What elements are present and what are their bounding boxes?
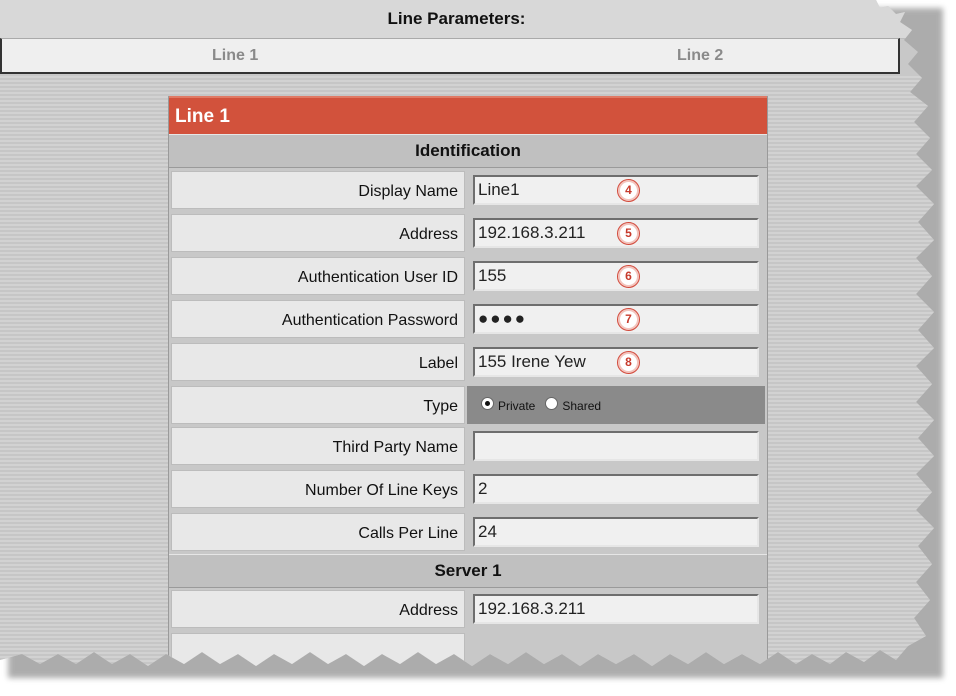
number-of-line-keys-label: Number Of Line Keys: [171, 470, 465, 508]
row-type: Type Private Shared: [169, 385, 767, 427]
row-number-of-line-keys: Number Of Line Keys 2: [169, 469, 767, 511]
panel-title: Line 1: [169, 96, 767, 134]
row-calls-per-line: Calls Per Line 24: [169, 512, 767, 554]
label-field[interactable]: 155 Irene Yew: [473, 347, 759, 377]
row-address: Address 192.168.3.211 5: [169, 213, 767, 255]
third-party-name-field[interactable]: [473, 431, 759, 461]
server-1-section-title: Server 1: [169, 554, 767, 588]
row-display-name: Display Name Line1 4: [169, 170, 767, 212]
identification-section-title: Identification: [169, 134, 767, 168]
third-party-name-label: Third Party Name: [171, 427, 465, 465]
callout-badge-8: 8: [617, 351, 640, 374]
line-1-panel: Line 1 Identification Display Name Line1…: [168, 96, 768, 666]
row-auth-password: Authentication Password ●●●● 7: [169, 299, 767, 341]
type-shared-radio[interactable]: [545, 396, 559, 410]
type-label: Type: [171, 386, 465, 424]
type-private-radio[interactable]: [481, 396, 494, 410]
callout-badge-4: 4: [617, 179, 640, 202]
number-of-line-keys-field[interactable]: 2: [473, 474, 759, 504]
row-auth-user-id: Authentication User ID 155 6: [169, 256, 767, 298]
address-label: Address: [171, 214, 465, 252]
row-label: Label 155 Irene Yew 8: [169, 342, 767, 384]
label-label: Label: [171, 343, 465, 381]
calls-per-line-field[interactable]: 24: [473, 517, 759, 547]
callout-badge-7: 7: [617, 308, 640, 331]
calls-per-line-label: Calls Per Line: [171, 513, 465, 551]
row-third-party-name: Third Party Name: [169, 426, 767, 468]
row-server-address: Address 192.168.3.211: [169, 589, 767, 631]
type-private-label: Private: [498, 399, 536, 413]
tab-line-2[interactable]: Line 2: [677, 47, 723, 65]
server-address-field[interactable]: 192.168.3.211: [473, 594, 759, 624]
page-title: Line Parameters:: [387, 9, 526, 28]
tab-line-1[interactable]: Line 1: [212, 47, 258, 65]
auth-user-id-label: Authentication User ID: [171, 257, 465, 295]
auth-password-field[interactable]: ●●●●: [473, 304, 759, 334]
type-shared-label: Shared: [562, 399, 602, 413]
auth-password-label: Authentication Password: [171, 300, 465, 338]
callout-badge-5: 5: [617, 222, 640, 245]
server-address-label: Address: [171, 590, 465, 628]
type-radio-group: Private Shared: [481, 396, 611, 413]
display-name-label: Display Name: [171, 171, 465, 209]
torn-page: Line Parameters: Line 1 Line 2 Line 1 Id…: [0, 0, 934, 666]
callout-badge-6: 6: [617, 265, 640, 288]
address-field[interactable]: 192.168.3.211: [473, 218, 759, 248]
display-name-field[interactable]: Line1: [473, 175, 759, 205]
line-tabs: Line 1 Line 2: [0, 38, 900, 74]
auth-user-id-field[interactable]: 155: [473, 261, 759, 291]
line-parameters-header: Line Parameters:: [0, 0, 934, 39]
